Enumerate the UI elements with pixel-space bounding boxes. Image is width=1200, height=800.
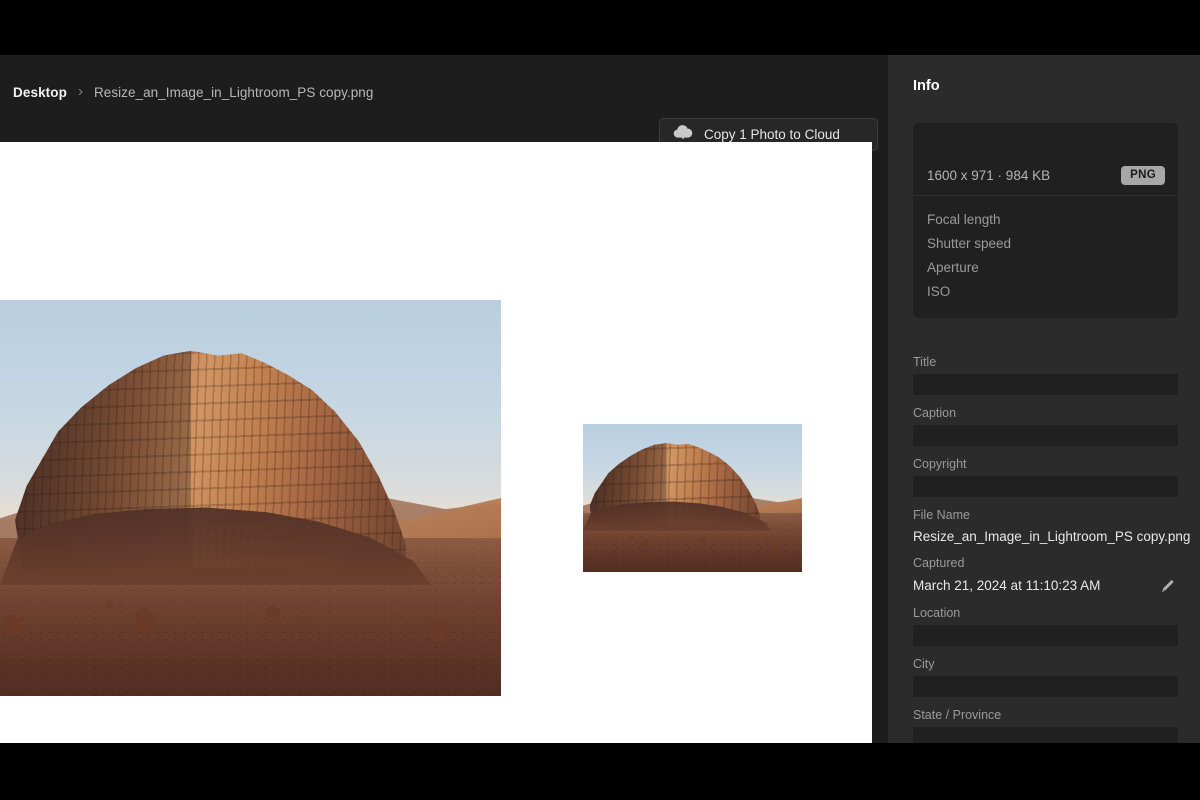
- breadcrumb-root[interactable]: Desktop: [13, 85, 67, 100]
- field-title-label: Title: [913, 355, 1178, 369]
- field-location-label: Location: [913, 606, 1178, 620]
- format-badge: PNG: [1121, 166, 1165, 185]
- info-panel-title: Info: [913, 78, 940, 94]
- field-city-label: City: [913, 657, 1178, 671]
- photo-camel: [5, 615, 18, 635]
- chevron-right-icon: ›: [78, 84, 83, 99]
- field-caption-label: Caption: [913, 406, 1178, 420]
- copyright-input[interactable]: [913, 476, 1178, 497]
- small-photo[interactable]: [583, 424, 802, 572]
- exif-item-aperture: Aperture: [927, 256, 1164, 280]
- image-canvas[interactable]: [0, 142, 872, 743]
- metadata-summary-row: 1600 x 971 · 984 KB PNG: [913, 123, 1178, 196]
- desert-photo-render: [0, 300, 501, 696]
- app-root: Desktop › Resize_an_Image_in_Lightroom_P…: [0, 0, 1200, 800]
- copy-to-cloud-label: Copy 1 Photo to Cloud: [704, 127, 840, 142]
- photo-camel: [771, 543, 778, 551]
- field-caption: Caption: [913, 406, 1178, 446]
- city-input[interactable]: [913, 676, 1178, 697]
- location-input[interactable]: [913, 625, 1178, 646]
- photo-camel: [699, 538, 704, 544]
- exif-item-focal-length: Focal length: [927, 208, 1164, 232]
- exif-item-shutter-speed: Shutter speed: [927, 232, 1164, 256]
- photo-camel: [431, 619, 446, 640]
- pencil-icon[interactable]: [1156, 575, 1178, 597]
- field-location: Location: [913, 606, 1178, 646]
- image-dimensions-and-size: 1600 x 971 · 984 KB: [927, 168, 1050, 183]
- breadcrumb: Desktop › Resize_an_Image_in_Lightroom_P…: [13, 85, 373, 100]
- field-state-province-label: State / Province: [913, 708, 1178, 722]
- captured-value: March 21, 2024 at 11:10:23 AM: [913, 576, 1100, 596]
- field-state-province: State / Province: [913, 708, 1178, 743]
- toolbar: Desktop › Resize_an_Image_in_Lightroom_P…: [0, 55, 888, 142]
- file-name-value: Resize_an_Image_in_Lightroom_PS copy.png: [913, 529, 1190, 544]
- captured-value-row: March 21, 2024 at 11:10:23 AM: [913, 575, 1178, 597]
- field-title: Title: [913, 355, 1178, 395]
- photo-camel: [105, 600, 112, 609]
- caption-input[interactable]: [913, 425, 1178, 446]
- field-file-name: File Name Resize_an_Image_in_Lightroom_P…: [913, 508, 1178, 547]
- desert-photo-render: [583, 424, 802, 572]
- letterbox-top-bar: [0, 0, 1200, 55]
- photo-camel: [135, 608, 151, 631]
- large-photo[interactable]: [0, 300, 501, 696]
- info-panel: Info 1600 x 971 · 984 KB PNG Focal lengt…: [888, 55, 1200, 743]
- exif-item-iso: ISO: [927, 280, 1164, 304]
- field-captured: Captured March 21, 2024 at 11:10:23 AM: [913, 556, 1178, 597]
- lightroom-window: Desktop › Resize_an_Image_in_Lightroom_P…: [0, 55, 1200, 743]
- letterbox-bottom-bar: [0, 743, 1200, 800]
- photo-camel: [585, 542, 591, 549]
- field-city: City: [913, 657, 1178, 697]
- metadata-card: 1600 x 971 · 984 KB PNG Focal length Shu…: [913, 123, 1178, 318]
- breadcrumb-current-file[interactable]: Resize_an_Image_in_Lightroom_PS copy.png: [94, 85, 373, 100]
- field-file-name-label: File Name: [913, 508, 1178, 522]
- state-province-input[interactable]: [913, 727, 1178, 743]
- photo-camel: [642, 539, 649, 548]
- field-captured-label: Captured: [913, 556, 1178, 570]
- title-input[interactable]: [913, 374, 1178, 395]
- field-copyright: Copyright: [913, 457, 1178, 497]
- field-copyright-label: Copyright: [913, 457, 1178, 471]
- metadata-fields: Title Caption Copyright File Name Resize…: [913, 355, 1178, 743]
- photo-camel: [266, 606, 278, 623]
- photo-camel: [629, 536, 632, 539]
- exif-list: Focal length Shutter speed Aperture ISO: [913, 196, 1178, 318]
